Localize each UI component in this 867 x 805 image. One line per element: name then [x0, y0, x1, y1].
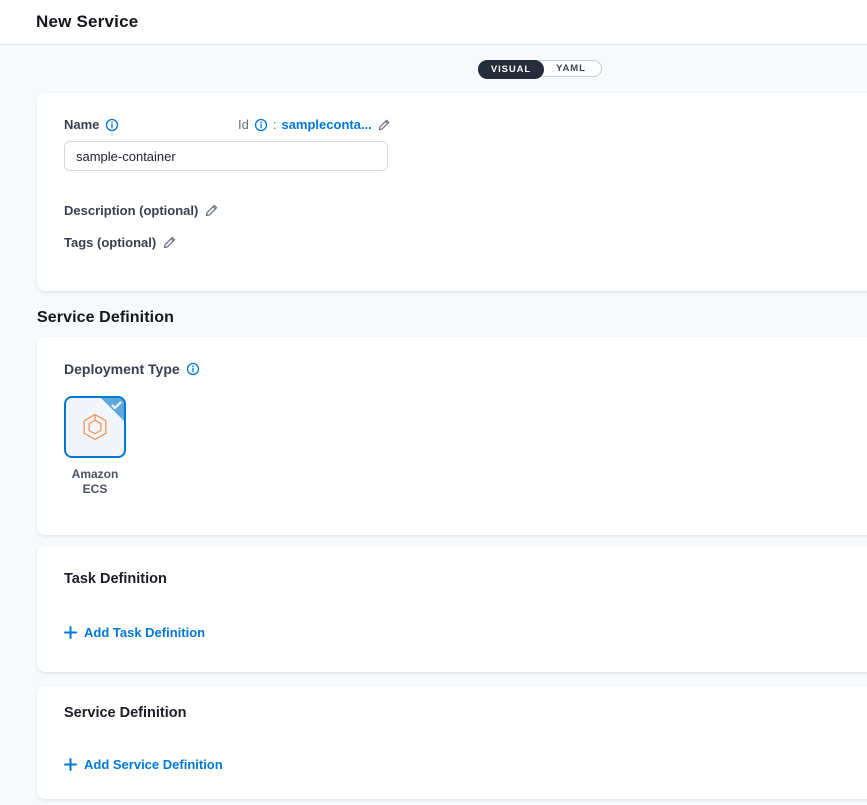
- info-icon[interactable]: [186, 362, 200, 376]
- service-definition-heading-row: Service Definition: [64, 705, 186, 721]
- add-service-definition-label: Add Service Definition: [84, 757, 223, 772]
- plus-icon: [64, 626, 77, 639]
- add-task-definition-label: Add Task Definition: [84, 625, 205, 640]
- name-label: Name: [64, 117, 99, 132]
- toggle-option-yaml[interactable]: YAML: [541, 61, 601, 76]
- service-definition-section-heading: Service Definition: [37, 309, 174, 327]
- toggle-option-visual[interactable]: VISUAL: [478, 60, 544, 79]
- name-label-row: Name: [64, 117, 119, 132]
- tags-row: Tags (optional): [64, 235, 177, 250]
- id-row: Id : sampleconta...: [238, 117, 391, 132]
- service-overview-card: Name Id : sampleconta... Description (op…: [37, 93, 867, 291]
- edit-description-icon[interactable]: [204, 203, 219, 218]
- id-colon: :: [273, 117, 277, 132]
- deployment-tile-amazon-ecs[interactable]: [64, 396, 126, 458]
- edit-tags-icon[interactable]: [162, 235, 177, 250]
- task-definition-card: Task Definition Add Task Definition: [37, 546, 867, 672]
- info-icon[interactable]: [254, 118, 268, 132]
- service-name-input[interactable]: [64, 141, 388, 171]
- deployment-type-card: Deployment Type Amazon ECS: [37, 337, 867, 535]
- checkmark-icon: [111, 401, 122, 410]
- visual-yaml-toggle[interactable]: VISUAL YAML: [478, 60, 602, 77]
- add-service-definition-button[interactable]: Add Service Definition: [64, 757, 223, 772]
- description-row: Description (optional): [64, 203, 219, 218]
- edit-id-icon[interactable]: [377, 118, 391, 132]
- deployment-tile-caption: Amazon ECS: [64, 467, 126, 497]
- tags-label: Tags (optional): [64, 235, 156, 250]
- deployment-type-label: Deployment Type: [64, 361, 180, 377]
- task-definition-heading-row: Task Definition: [64, 571, 167, 587]
- page-title: New Service: [36, 12, 138, 32]
- toggle-visual-label: VISUAL: [491, 64, 531, 75]
- plus-icon: [64, 758, 77, 771]
- add-task-definition-button[interactable]: Add Task Definition: [64, 625, 205, 640]
- info-icon[interactable]: [105, 118, 119, 132]
- toggle-yaml-label: YAML: [556, 63, 586, 74]
- deployment-type-label-row: Deployment Type: [64, 361, 200, 377]
- service-definition-card: Service Definition Add Service Definitio…: [37, 686, 867, 799]
- page-header: New Service: [0, 0, 867, 45]
- service-definition-heading: Service Definition: [64, 705, 186, 721]
- service-id-link[interactable]: sampleconta...: [281, 117, 371, 132]
- description-label: Description (optional): [64, 203, 198, 218]
- id-label: Id: [238, 117, 249, 132]
- deployment-tile-caption-line1: Amazon: [64, 467, 126, 482]
- task-definition-heading: Task Definition: [64, 571, 167, 587]
- deployment-tile-caption-line2: ECS: [64, 482, 126, 497]
